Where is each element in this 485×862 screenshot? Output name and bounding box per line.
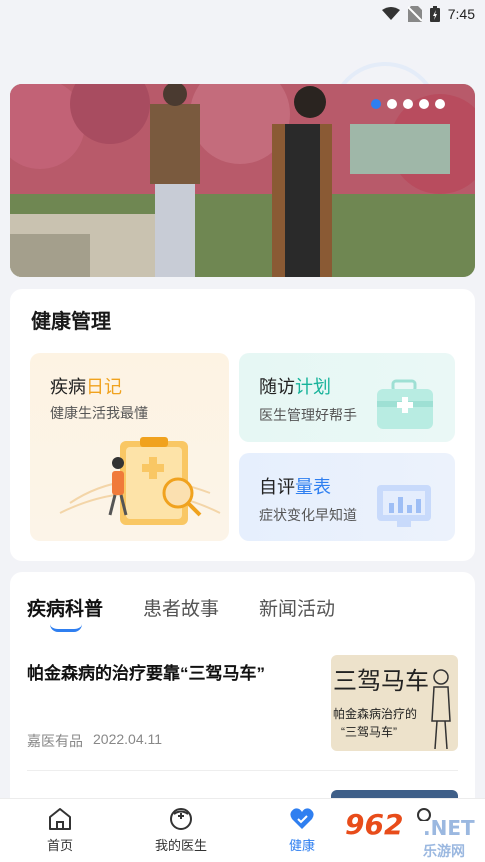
nav-item-health[interactable]: 健康 [262,807,342,854]
tab-patient-stories[interactable]: 患者故事 [143,594,219,621]
active-tab-indicator [50,624,82,632]
carousel-dot[interactable] [403,99,413,109]
thumbnail-title: 三驾马车 [333,667,429,695]
self-evaluation-tile[interactable]: 自评量表 症状变化早知道 [239,453,455,541]
no-sim-icon [407,6,422,22]
nav-label: 健康 [288,838,315,853]
status-bar: 7:45 [0,0,485,28]
home-icon [49,808,71,830]
health-management-card: 健康管理 疾病日记 健康生活我最懂 随访计划 医生管理好帮手 自评量表 症状变化… [10,289,475,561]
carousel-dot[interactable] [387,99,397,109]
tile-subtitle: 症状变化早知道 [259,507,357,523]
nav-item-home[interactable]: 首页 [20,807,100,854]
nav-label: 首页 [46,838,73,853]
content-tabs: 疾病科普 患者故事 新闻活动 [27,594,335,621]
tab-disease-science[interactable]: 疾病科普 [27,594,103,621]
tile-title: 自评量表 [259,477,331,497]
article-date: 2022.04.11 [93,731,163,747]
heart-icon [290,808,314,829]
article-source: 嘉医有品 [27,733,83,749]
tab-news-events[interactable]: 新闻活动 [259,594,335,621]
monitor-chart-icon [377,485,431,527]
banner-carousel[interactable] [10,84,475,277]
watermark-logo: 962 .NET 乐游网 [345,808,485,862]
tile-subtitle: 医生管理好帮手 [259,407,357,423]
battery-icon [429,6,440,22]
watermark-net: .NET [423,816,475,840]
elderly-figure-icon [431,669,451,750]
carousel-dot[interactable] [371,99,381,109]
carousel-dots[interactable] [371,99,445,109]
thumbnail-caption: “三驾马车” [341,725,397,739]
article-meta: 嘉医有品 2022.04.11 [27,731,162,751]
watermark-site: 乐游网 [423,843,465,859]
carousel-dot[interactable] [435,99,445,109]
followup-plan-tile[interactable]: 随访计划 医生管理好帮手 [239,353,455,442]
watermark-number: 962 [345,808,404,841]
status-time: 7:45 [447,6,475,22]
wifi-icon [381,7,400,20]
doctor-icon [170,808,192,830]
disease-diary-tile[interactable]: 疾病日记 健康生活我最懂 [30,353,229,541]
nav-label: 我的医生 [154,838,207,853]
article-thumbnail[interactable]: 三驾马车 帕金森病治疗的 “三驾马车” [331,655,458,751]
section-title: 健康管理 [31,311,111,333]
banner-image [10,84,475,277]
tile-title: 随访计划 [259,377,331,397]
carousel-dot[interactable] [419,99,429,109]
medical-kit-icon [377,379,433,429]
divider [27,770,458,771]
article-title[interactable]: 帕金森病的治疗要靠“三驾马车” [27,659,317,684]
thumbnail-caption: 帕金森病治疗的 [333,707,418,721]
content-card: 疾病科普 患者故事 新闻活动 帕金森病的治疗要靠“三驾马车” 嘉医有品 2022… [10,572,475,812]
clipboard-illustration-icon [59,437,221,525]
nav-item-my-doctor[interactable]: 我的医生 [141,807,221,854]
